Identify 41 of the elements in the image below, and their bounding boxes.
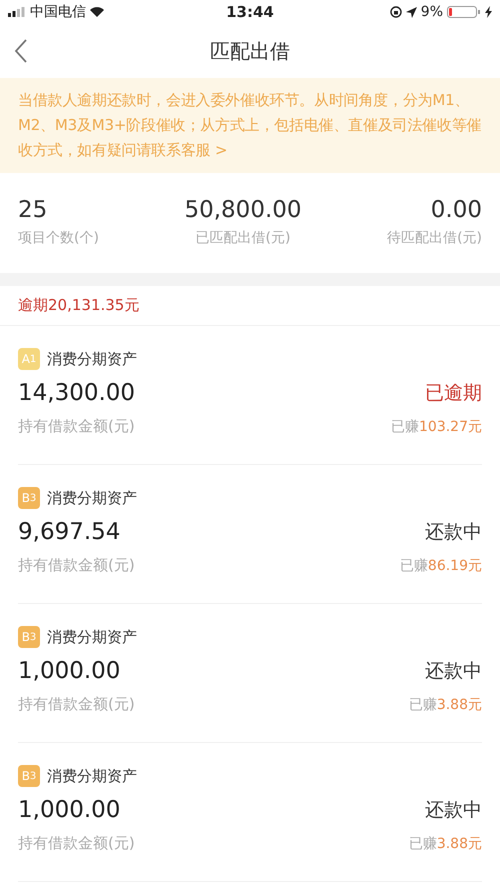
earned-label: 已赚	[408, 836, 437, 852]
stat-value: 0.00	[430, 197, 482, 223]
stat-label: 已匹配出借(元)	[196, 229, 290, 247]
asset-name: 消费分期资产	[47, 628, 137, 646]
asset-name: 消费分期资产	[47, 350, 137, 368]
asset-amount: 14,300.00	[18, 380, 136, 406]
amount-label: 持有借款金额(元)	[18, 694, 135, 714]
stat-label: 待匹配出借(元)	[387, 229, 482, 247]
earned-label: 已赚	[400, 558, 428, 574]
asset-amount: 1,000.00	[18, 658, 120, 684]
battery-icon	[447, 6, 481, 18]
asset-name: 消费分期资产	[47, 766, 137, 786]
stat-value: 25	[18, 197, 48, 223]
asset-amount: 1,000.00	[18, 797, 120, 823]
earned-amount: 3.88元	[436, 836, 482, 852]
page-title: 匹配出借	[210, 38, 290, 64]
asset-status: 还款中	[425, 659, 482, 684]
asset-name: 消费分期资产	[47, 488, 137, 508]
earned-label: 已赚	[408, 697, 437, 713]
wifi-icon	[90, 7, 104, 17]
battery-percent: 9%	[420, 4, 443, 20]
asset-amount: 9,697.54	[18, 519, 120, 545]
location-arrow-icon	[406, 6, 417, 18]
earned-amount: 86.19元	[428, 558, 482, 574]
signal-icon	[8, 7, 26, 17]
asset-status: 还款中	[425, 798, 482, 823]
overdue-total: 逾期20,131.35元	[18, 296, 140, 315]
stat-value: 50,800.00	[184, 197, 302, 223]
carrier-name: 中国电信	[30, 3, 86, 21]
earned-amount: 3.88元	[436, 697, 482, 713]
stat-label: 项目个数(个)	[18, 229, 99, 247]
amount-label: 持有借款金额(元)	[18, 556, 135, 574]
earned-amount: 103.27元	[419, 419, 482, 435]
amount-label: 持有借款金额(元)	[18, 834, 135, 852]
asset-status: 已逾期	[425, 381, 482, 406]
clock-time: 13:44	[226, 3, 274, 21]
earned-label: 已赚	[391, 419, 419, 435]
amount-label: 持有借款金额(元)	[18, 416, 135, 436]
charging-bolt-icon	[485, 6, 492, 18]
asset-status: 还款中	[425, 520, 482, 545]
rotation-lock-icon	[390, 6, 402, 18]
